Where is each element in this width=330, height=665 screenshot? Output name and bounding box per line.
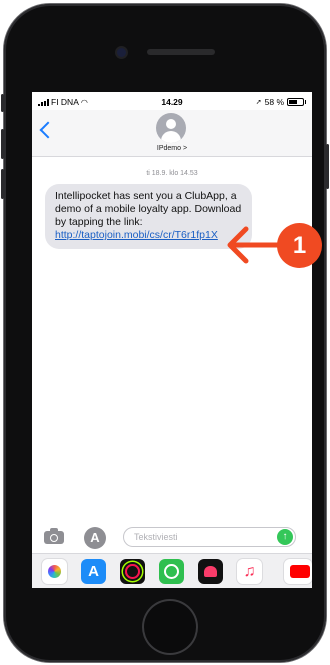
compose-bar: A Tekstiviesti ↑ bbox=[32, 522, 312, 552]
annotation-marker: 1 bbox=[277, 223, 322, 268]
volume-up-button bbox=[1, 129, 4, 159]
camera-icon[interactable] bbox=[44, 528, 64, 544]
heart-app-icon[interactable] bbox=[198, 559, 223, 584]
back-chevron-icon[interactable] bbox=[39, 121, 57, 139]
app-drawer: A ♫ bbox=[32, 553, 312, 588]
earpiece-speaker bbox=[147, 49, 215, 55]
status-bar: FI DNA ◠ 14.29 ➚ 58 % bbox=[32, 92, 312, 112]
volume-down-button bbox=[1, 169, 4, 199]
battery-fill bbox=[289, 100, 297, 104]
message-input-placeholder: Tekstiviesti bbox=[134, 532, 178, 542]
message-text: Intellipocket has sent you a ClubApp, a … bbox=[55, 190, 242, 228]
clock-app-icon[interactable] bbox=[159, 559, 184, 584]
location-icon: ➚ bbox=[255, 99, 262, 106]
mute-switch bbox=[1, 94, 4, 112]
message-link[interactable]: http://taptojoin.mobi/cs/cr/T6r1fp1X bbox=[55, 229, 218, 241]
message-input[interactable]: Tekstiviesti ↑ bbox=[123, 527, 296, 547]
contact-name[interactable]: IPdemo > bbox=[32, 145, 312, 152]
phone-screen: FI DNA ◠ 14.29 ➚ 58 % IPdemo > ti 18.9. … bbox=[32, 92, 312, 588]
home-button[interactable] bbox=[144, 601, 196, 653]
front-camera bbox=[117, 48, 126, 57]
music-icon[interactable]: ♫ bbox=[237, 559, 262, 584]
activity-icon[interactable] bbox=[120, 559, 145, 584]
battery-icon bbox=[287, 98, 306, 106]
send-arrow-icon[interactable]: ↑ bbox=[277, 529, 293, 545]
message-timestamp: ti 18.9. klo 14.53 bbox=[146, 170, 198, 177]
power-button bbox=[326, 144, 329, 189]
phone-frame: FI DNA ◠ 14.29 ➚ 58 % IPdemo > ti 18.9. … bbox=[1, 4, 329, 662]
appstore-icon[interactable]: A bbox=[84, 527, 106, 549]
appstore-drawer-icon[interactable]: A bbox=[81, 559, 106, 584]
battery-percent: 58 % bbox=[264, 97, 284, 107]
avatar-icon[interactable] bbox=[156, 113, 186, 143]
photos-icon[interactable] bbox=[42, 559, 67, 584]
youtube-icon[interactable] bbox=[284, 559, 312, 584]
conversation-header: IPdemo > bbox=[32, 110, 312, 157]
